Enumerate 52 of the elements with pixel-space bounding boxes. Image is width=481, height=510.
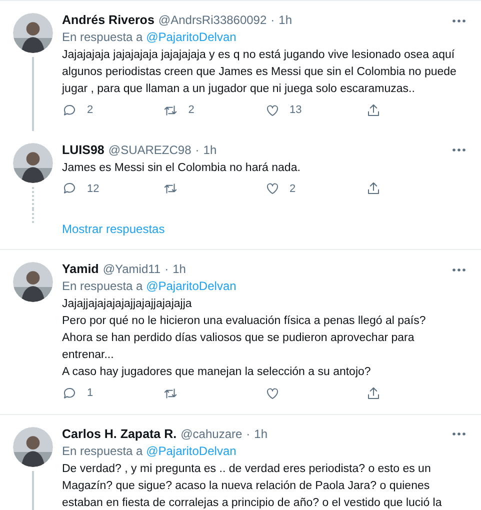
tweet-text: De verdad? , y mi pregunta es .. de verdad eres periodista? o esto es un Magazín? que sigue? acaso la nueva relación de Paola Jara? o quienes estaban en fiesta de corralejas a principio de año? o el vestido que lució la (62, 462, 443, 510)
timestamp[interactable]: 1h (254, 426, 268, 442)
tweet-text: Jajajajaja jajajajaja jajajajaja y es q no está jugando vive lesionado osea aquí algunos periodistas creen que James es Messi que sin el Colombia no puede jugar , para que llaman a un jugador que ni juega solo escaramuzas.. (62, 48, 458, 97)
user-name[interactable]: Andrés Riveros (62, 13, 154, 28)
reply-label: En respuesta a (62, 30, 143, 44)
timestamp[interactable]: 1h (203, 142, 217, 158)
count: 12 (87, 182, 100, 196)
retweet-icon[interactable] (163, 181, 178, 196)
mention-link[interactable]: @PajaritoDelvan (146, 444, 236, 458)
user-handle[interactable]: @Yamid11 (102, 262, 161, 277)
separator-dot: · (164, 262, 169, 277)
count: 1 (87, 386, 94, 401)
reply-icon[interactable] (62, 181, 77, 196)
mention-link[interactable]: @PajaritoDelvan (146, 30, 236, 44)
mention-link[interactable]: @PajaritoDelvan (146, 279, 236, 293)
share-icon[interactable] (366, 386, 381, 401)
tweet-text: James es Messi sin el Colombia no hará nada. (62, 160, 302, 176)
count: 2 (188, 103, 194, 118)
reply-icon[interactable] (62, 102, 77, 118)
show-replies-link[interactable]: Mostrar respuestas (53, 220, 165, 238)
separator-dot: · (195, 142, 200, 158)
more-icon[interactable] (451, 431, 467, 437)
separator-dot: · (270, 13, 275, 28)
tweet-text: A caso hay jugadores que manejan la selección a su antojo? (62, 365, 372, 380)
tweet-text: Pero por qué no le hicieron una evaluación física a penas llegó al país? (62, 314, 427, 329)
tweet-text: Ahora se han perdido días valiosos que se pudieron aprovechar para entrenar... (62, 331, 416, 363)
reply-label: En respuesta a (62, 279, 143, 293)
more-icon[interactable] (451, 266, 467, 272)
user-handle[interactable]: @SUAREZC98 (108, 142, 192, 158)
count: 13 (290, 103, 302, 118)
timestamp[interactable]: 1h (172, 262, 186, 277)
count: 2 (87, 103, 94, 118)
user-name[interactable]: LUIS98 (62, 142, 104, 158)
tweet-text: Jajajjajajajajajjajajjajajajja (62, 297, 193, 312)
user-handle[interactable]: @cahuzare (180, 426, 242, 442)
retweet-icon[interactable] (163, 102, 178, 118)
reply-icon[interactable] (62, 386, 77, 401)
timestamp[interactable]: 1h (278, 13, 292, 28)
user-handle[interactable]: @AndrsRi33860092 (158, 13, 267, 28)
more-icon[interactable] (451, 18, 467, 24)
heart-icon[interactable] (264, 181, 280, 196)
heart-icon[interactable] (264, 102, 280, 118)
count: 2 (290, 182, 296, 196)
share-icon[interactable] (366, 181, 381, 196)
more-icon[interactable] (451, 147, 467, 153)
reply-label: En respuesta a (62, 444, 143, 458)
user-name[interactable]: Yamid (62, 262, 99, 277)
separator-dot: · (246, 426, 250, 442)
heart-icon[interactable] (264, 386, 280, 401)
user-name[interactable]: Carlos H. Zapata R. (62, 426, 177, 442)
share-icon[interactable] (366, 102, 381, 118)
retweet-icon[interactable] (163, 386, 178, 401)
